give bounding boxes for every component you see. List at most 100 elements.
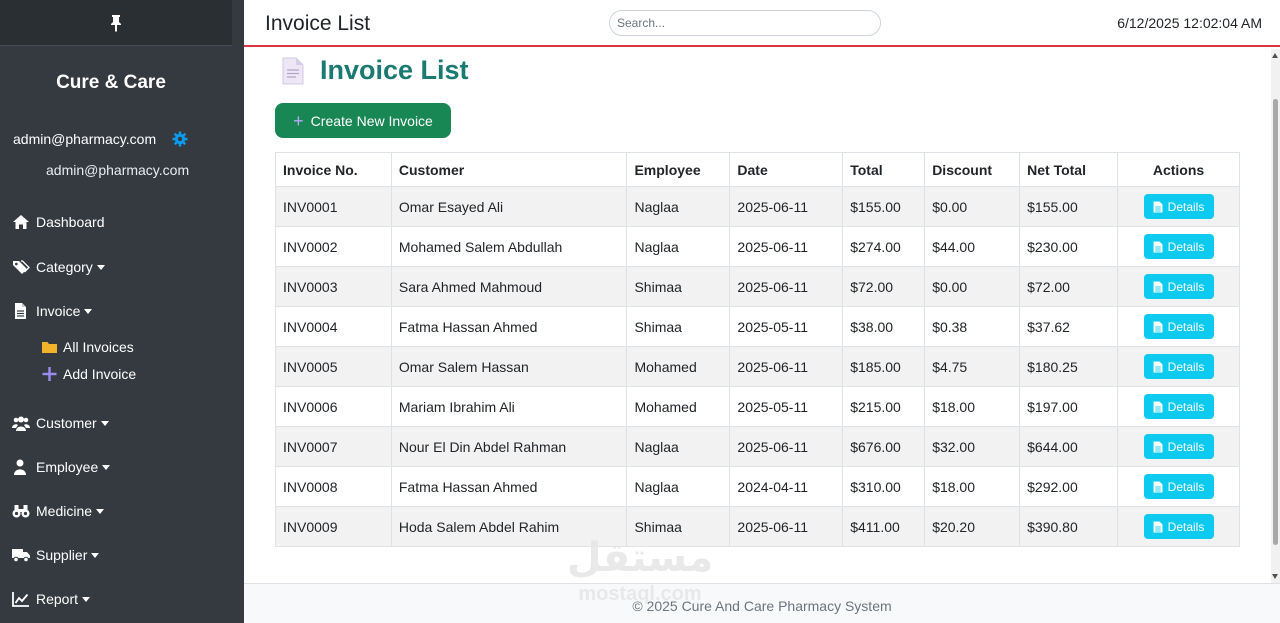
scroll-down-arrow-icon[interactable]: [1272, 574, 1278, 579]
sidebar-pin-bar[interactable]: [0, 0, 232, 46]
table-cell: $32.00: [924, 426, 1021, 467]
file-icon: [15, 303, 26, 319]
column-header: Total: [842, 152, 926, 187]
document-icon: [282, 57, 304, 84]
details-button[interactable]: Details: [1143, 514, 1214, 539]
table-cell: $292.00: [1019, 466, 1119, 507]
sidebar-subitem-all-invoices[interactable]: All Invoices: [42, 339, 134, 355]
page-scrollbar[interactable]: [1271, 49, 1280, 583]
invoice-table-body: INV0001 Omar Esayed Ali Naglaa 2025-06-11 $1…: [275, 186, 1240, 547]
table-cell: $197.00: [1019, 386, 1119, 427]
gear-icon[interactable]: [172, 131, 188, 147]
details-button[interactable]: Details: [1143, 314, 1214, 339]
sidebar-item-report[interactable]: Report: [12, 591, 91, 607]
table-cell: $185.00: [842, 346, 926, 387]
table-cell: Shimaa: [626, 266, 731, 307]
details-button[interactable]: Details: [1143, 234, 1214, 259]
table-cell: Fatma Hassan Ahmed: [390, 306, 628, 347]
table-cell: $155.00: [842, 186, 926, 227]
header-datetime: 6/12/2025 12:02:04 AM: [1117, 15, 1262, 31]
main-content: Invoice List + Create New Invoice Invoic…: [244, 49, 1271, 583]
tags-icon: [13, 260, 30, 274]
sidebar-item-customer[interactable]: Customer: [12, 415, 109, 431]
invoice-table: Invoice No. Customer Employee Date Total…: [275, 152, 1240, 547]
details-button[interactable]: Details: [1143, 434, 1214, 459]
page-heading: Invoice List: [282, 55, 469, 86]
table-cell: INV0003: [275, 266, 392, 307]
details-button[interactable]: Details: [1143, 394, 1214, 419]
sidebar-item-dashboard[interactable]: Dashboard: [12, 214, 105, 230]
table-row: INV0008 Fatma Hassan Ahmed Naglaa 2024-04-1…: [275, 466, 1240, 507]
details-button[interactable]: Details: [1143, 354, 1214, 379]
table-cell: 2025-05-11: [729, 386, 844, 427]
table-cell: $44.00: [924, 226, 1021, 267]
actions-cell: Details: [1117, 426, 1240, 467]
details-label: Details: [1167, 279, 1205, 294]
sidebar-subitem-add-invoice[interactable]: Add Invoice: [42, 366, 136, 382]
table-cell: Naglaa: [626, 226, 731, 267]
user-email-secondary: admin@pharmacy.com: [46, 162, 190, 178]
user-icon: [14, 459, 26, 475]
column-header: Discount: [924, 152, 1021, 187]
details-button[interactable]: Details: [1143, 194, 1214, 219]
pin-icon[interactable]: [109, 14, 123, 32]
sidebar-item-label: Customer: [36, 415, 97, 431]
chevron-down-icon: [102, 464, 111, 470]
sidebar-item-invoice[interactable]: Invoice: [12, 303, 93, 319]
table-cell: $72.00: [1019, 266, 1119, 307]
table-cell: 2025-06-11: [729, 226, 844, 267]
scroll-up-arrow-icon[interactable]: [1272, 53, 1278, 58]
table-cell: $155.00: [1019, 186, 1119, 227]
sidebar-item-label: Employee: [36, 459, 99, 475]
sidebar-item-medicine[interactable]: Medicine: [12, 503, 105, 519]
plus-icon: +: [293, 110, 304, 131]
table-cell: Shimaa: [626, 306, 731, 347]
table-cell: INV0002: [275, 226, 392, 267]
top-header: Invoice List 6/12/2025 12:02:04 AM: [244, 0, 1280, 47]
sidebar-item-label: Category: [36, 259, 93, 275]
scroll-thumb[interactable]: [1273, 99, 1278, 545]
column-header: Customer: [390, 152, 628, 187]
table-row: INV0003 Sara Ahmed Mahmoud Shimaa 2025-06-1…: [275, 266, 1240, 307]
footer-copyright: © 2025 Cure And Care Pharmacy System: [632, 598, 892, 614]
table-cell: Mariam Ibrahim Ali: [390, 386, 628, 427]
sidebar-subitem-label: Add Invoice: [63, 366, 137, 382]
chevron-down-icon: [82, 596, 91, 602]
table-cell: $0.38: [924, 306, 1021, 347]
actions-cell: Details: [1117, 346, 1240, 387]
sidebar-item-category[interactable]: Category: [12, 259, 105, 275]
details-label: Details: [1167, 439, 1205, 454]
sidebar-item-label: Invoice: [36, 303, 81, 319]
sidebar-item-supplier[interactable]: Supplier: [12, 547, 100, 563]
table-cell: $390.80: [1019, 506, 1119, 547]
table-cell: INV0009: [275, 506, 392, 547]
sidebar-item-label: Dashboard: [36, 214, 105, 230]
table-cell: $20.20: [924, 506, 1021, 547]
details-button[interactable]: Details: [1143, 274, 1214, 299]
table-cell: INV0008: [275, 466, 392, 507]
table-cell: $411.00: [842, 506, 926, 547]
table-cell: $274.00: [842, 226, 926, 267]
file-text-icon: [1153, 281, 1163, 292]
table-cell: $310.00: [842, 466, 926, 507]
column-header: Net Total: [1019, 152, 1119, 187]
create-new-invoice-label: Create New Invoice: [310, 112, 433, 129]
table-cell: $676.00: [842, 426, 926, 467]
file-text-icon: [1153, 481, 1163, 492]
table-cell: $0.00: [924, 266, 1021, 307]
table-cell: Sara Ahmed Mahmoud: [390, 266, 628, 307]
create-new-invoice-button[interactable]: + Create New Invoice: [275, 103, 451, 138]
details-button[interactable]: Details: [1143, 474, 1214, 499]
table-cell: $18.00: [924, 466, 1021, 507]
table-cell: Fatma Hassan Ahmed: [390, 466, 628, 507]
sidebar-item-label: Supplier: [36, 547, 88, 563]
table-row: INV0004 Fatma Hassan Ahmed Shimaa 2025-05-1…: [275, 306, 1240, 347]
user-email: admin@pharmacy.com: [13, 131, 157, 147]
table-cell: Naglaa: [626, 466, 731, 507]
file-text-icon: [1153, 401, 1163, 412]
sidebar-item-employee[interactable]: Employee: [12, 459, 111, 475]
search-input[interactable]: [609, 10, 881, 36]
table-row: INV0001 Omar Esayed Ali Naglaa 2025-06-11 $1…: [275, 186, 1240, 227]
table-cell: Mohamed Salem Abdullah: [390, 226, 628, 267]
table-cell: $18.00: [924, 386, 1021, 427]
